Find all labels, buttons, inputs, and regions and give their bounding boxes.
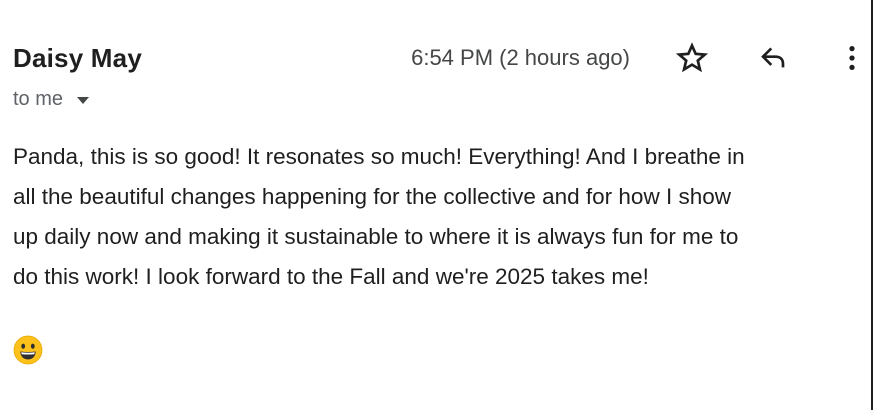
- grinning-face-icon: [13, 335, 43, 365]
- star-icon: [675, 42, 709, 73]
- body-line: up daily now and making it sustainable t…: [13, 224, 739, 249]
- star-button[interactable]: [672, 38, 712, 78]
- more-vert-icon: [849, 46, 855, 70]
- reply-icon: [761, 47, 785, 68]
- chevron-down-icon: [77, 96, 90, 104]
- message-timestamp: 6:54 PM (2 hours ago): [411, 45, 630, 70]
- grinning-face-emoji: [13, 335, 43, 365]
- body-line: all the beautiful changes happening for …: [13, 184, 731, 209]
- body-line: Panda, this is so good! It resonates so …: [13, 144, 745, 169]
- reply-button[interactable]: [753, 38, 793, 78]
- email-message: Daisy May to me 6:54 PM (2 hours ago) Pa…: [0, 0, 871, 410]
- recipient-text: to me: [13, 88, 64, 110]
- more-options-button[interactable]: [832, 38, 872, 78]
- message-body: Panda, this is so good! It resonates so …: [13, 137, 865, 297]
- recipient-details-toggle[interactable]: to me: [13, 86, 90, 112]
- body-line: do this work! I look forward to the Fall…: [13, 264, 649, 289]
- sender-name[interactable]: Daisy May: [13, 42, 142, 74]
